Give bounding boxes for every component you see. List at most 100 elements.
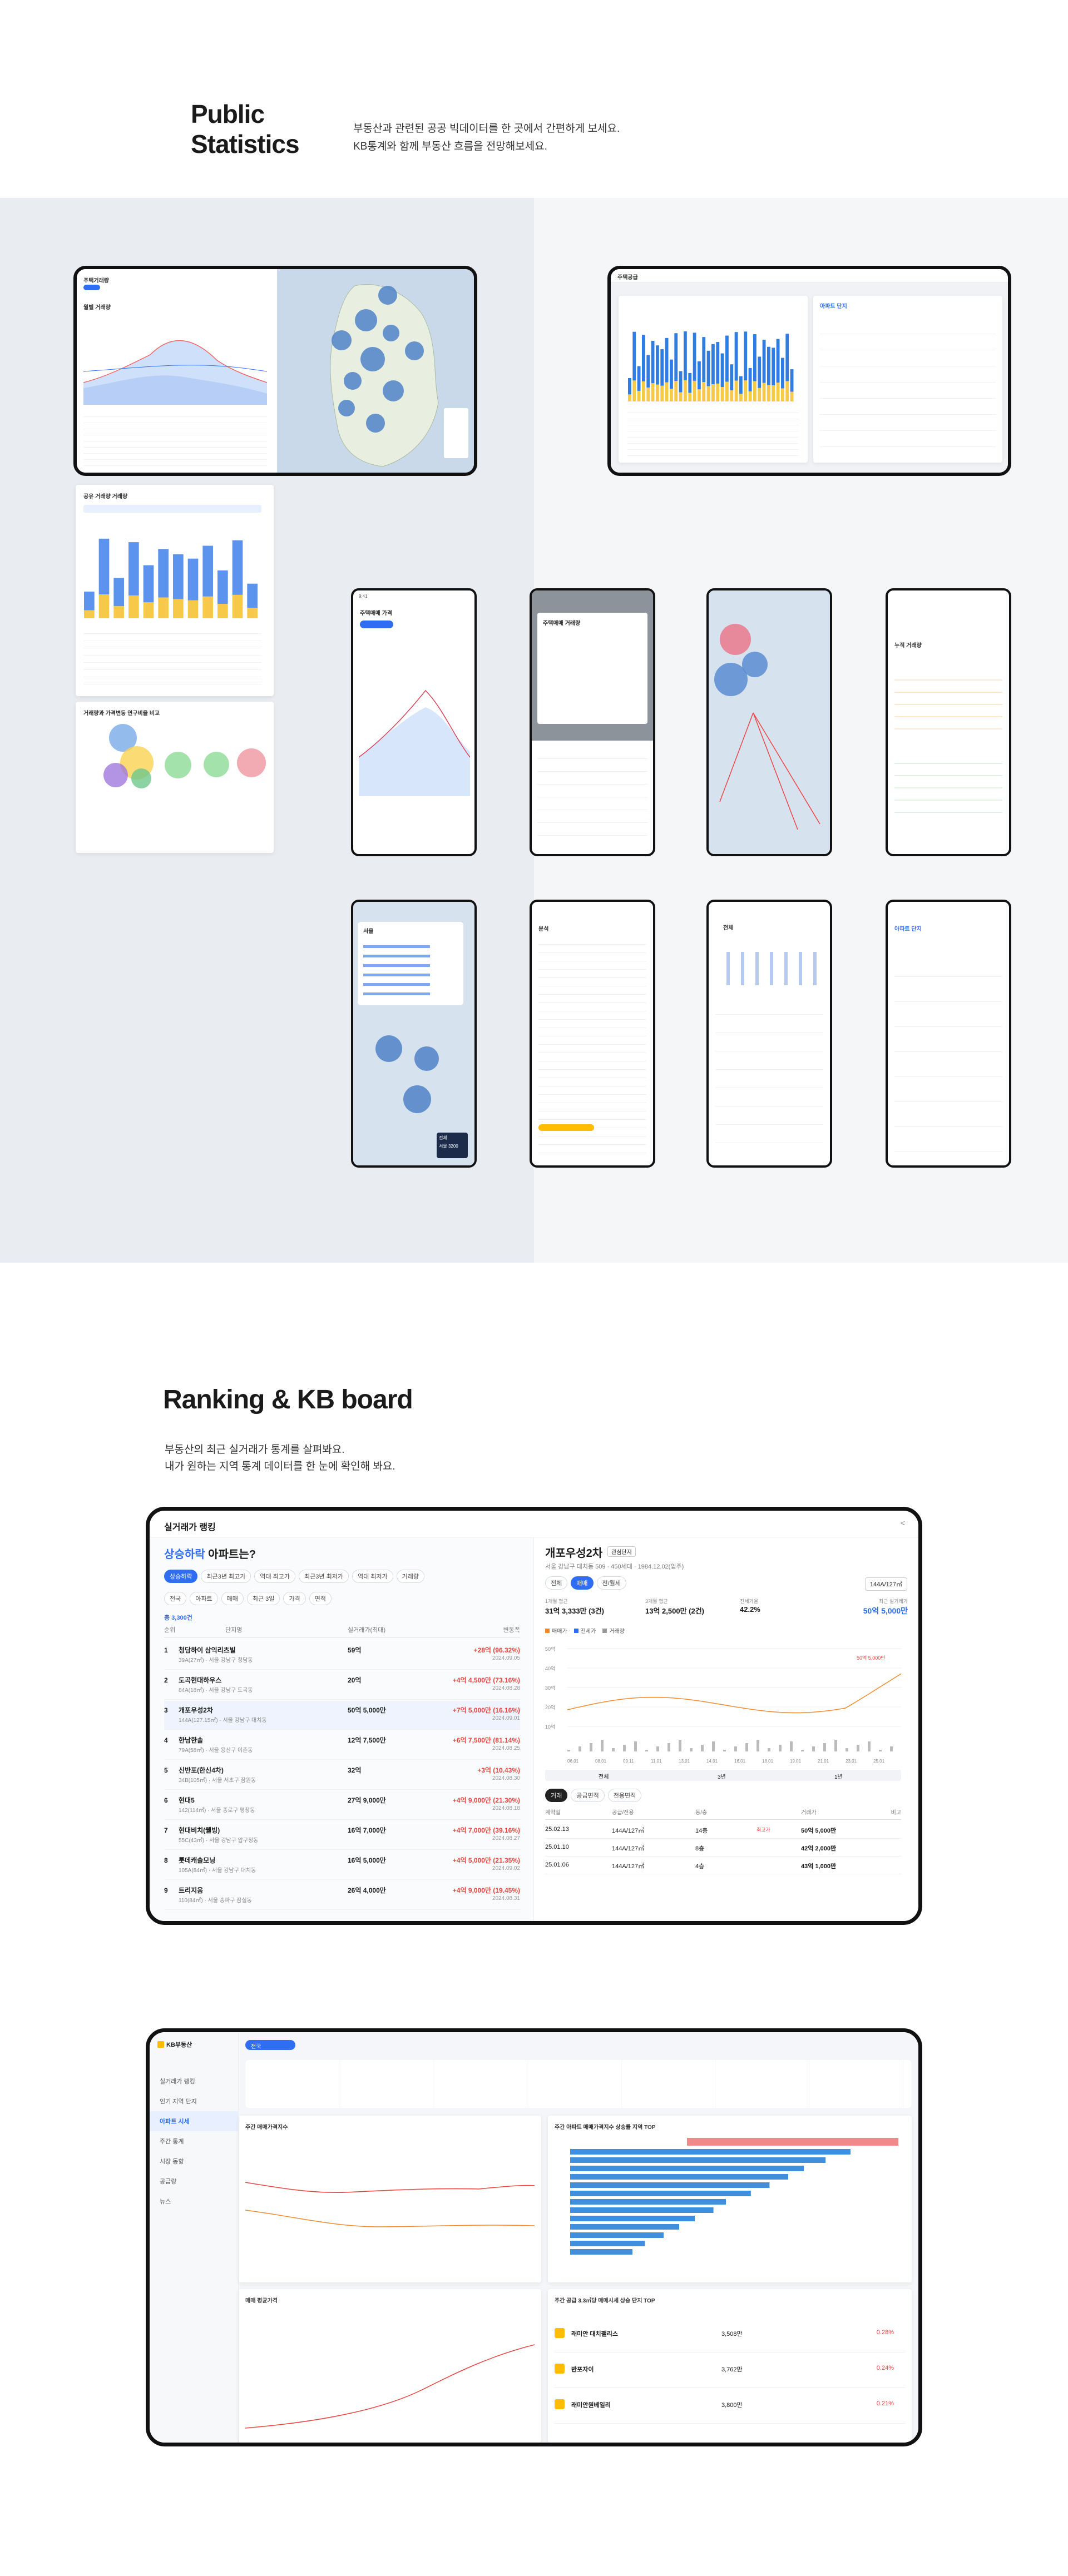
board-card-index: 주간 매매가격지수 <box>239 2116 541 2282</box>
map-bubble[interactable] <box>383 380 404 401</box>
table-tab-deal[interactable]: 거래 <box>545 1789 568 1802</box>
bar <box>642 335 645 382</box>
tab-3yr-high[interactable]: 최근3년 최고가 <box>201 1570 251 1583</box>
bar <box>730 364 734 390</box>
table-tab-exclusive[interactable]: 전용면적 <box>607 1789 642 1802</box>
ranking-row[interactable]: 6 현대5 142(114㎡) · 서울 종로구 평창동 27억 9,000만 +4억 … <box>164 1791 520 1820</box>
map-bubble[interactable] <box>332 330 352 350</box>
map-bubble[interactable] <box>403 1085 431 1113</box>
ranking-row[interactable]: 5 신반포(한신4차) 34B(105㎡) · 서울 서초구 잠원동 32억 +3억 (… <box>164 1761 520 1790</box>
sidebar-item[interactable]: 시장 동향 <box>150 2151 239 2171</box>
map-bubble[interactable] <box>383 325 399 341</box>
map-bubble[interactable] <box>720 624 751 655</box>
map-bubble[interactable] <box>405 341 424 360</box>
deal-table: 25.02.13 144A/127㎡ 14층 최고가 50억 5,000만 25.01.1… <box>545 1821 901 1888</box>
map-bubble[interactable] <box>366 414 385 433</box>
hero-description: 부동산과 관련된 공공 빅데이터를 한 곳에서 간편하게 보세요. KB통계와 … <box>353 120 620 156</box>
filter-area[interactable]: 면적 <box>309 1592 332 1605</box>
sidebar-item[interactable]: 공급량 <box>150 2171 239 2191</box>
detail-tab-rent[interactable]: 전/월세 <box>596 1576 626 1590</box>
bar <box>720 353 724 388</box>
top-complex-row[interactable]: 반포자이 3,762만 0.24% <box>555 2352 905 2388</box>
bar-segment <box>660 385 664 401</box>
tab-rise-fall[interactable]: 상승하락 <box>164 1570 198 1583</box>
tab-all-high[interactable]: 역대 최고가 <box>254 1570 296 1583</box>
korea-map[interactable] <box>277 269 474 473</box>
deal-row[interactable]: 25.02.13 144A/127㎡ 14층 최고가 50억 5,000만 <box>545 1821 901 1839</box>
map-bubble[interactable] <box>378 286 397 305</box>
bar <box>739 376 743 394</box>
interest-tag[interactable]: 관심단지 <box>607 1546 636 1557</box>
top-complex-row[interactable]: 래미안원베일리 3,800만 0.21% <box>555 2388 905 2424</box>
bar-segment <box>247 608 258 618</box>
map-bubble[interactable] <box>742 652 768 677</box>
sidebar-item[interactable]: 뉴스 <box>150 2191 239 2211</box>
filter-price[interactable]: 가격 <box>283 1592 306 1605</box>
deal-row[interactable]: 25.01.10 144A/127㎡ 8층 42억 2,000만 <box>545 1839 901 1857</box>
filter-period[interactable]: 최근 3일 <box>246 1592 280 1605</box>
ranking-row[interactable]: 1 청담하이 삼익리츠빌 39A(27㎡) · 서울 강남구 청담동 59억 +28억 … <box>164 1641 520 1670</box>
tab-3yr-low[interactable]: 최근3년 최저가 <box>299 1570 349 1583</box>
volume-bar <box>846 1748 848 1751</box>
tab-bar[interactable] <box>83 505 261 513</box>
ranking-row[interactable]: 2 도곡현대하우스 84A(18㎡) · 서울 강남구 도곡동 20억 +4억 4,50… <box>164 1671 520 1700</box>
map-bubble[interactable] <box>375 1035 402 1062</box>
bar-segment <box>730 390 734 401</box>
board-card-top-complex: 주간 공급 3.3㎡당 매매시세 상승 단지 TOP 래미안 대치팰리스 3,50… <box>548 2289 912 2443</box>
volume-bar <box>645 1750 648 1751</box>
period-1y[interactable]: 1년 <box>834 1772 843 1780</box>
ranking-row[interactable]: 4 한남한솔 79A(58㎡) · 서울 용산구 이촌동 12억 7,500만 +6억 … <box>164 1731 520 1760</box>
sidebar-item[interactable]: 아파트 시세 <box>150 2111 239 2131</box>
map-bubble[interactable] <box>355 309 377 331</box>
tab-volume[interactable]: 거래량 <box>396 1570 424 1583</box>
ranking-row[interactable]: 3 개포우성2차 144A(127.15㎡) · 서울 강남구 대치동 50억 5,0… <box>164 1701 520 1730</box>
region-pill[interactable] <box>83 285 100 290</box>
filter-deal[interactable]: 매매 <box>221 1592 244 1605</box>
row-price: 12억 7,500만 <box>348 1736 386 1744</box>
map-bubble[interactable] <box>360 347 385 371</box>
bar <box>632 331 636 381</box>
filter-region[interactable]: 전국 <box>164 1592 187 1605</box>
korea-map-shape <box>330 284 439 467</box>
map-bubble[interactable] <box>414 1046 439 1071</box>
ranking-row[interactable]: 7 현대비치(웰빙) 55C(43㎡) · 서울 강남구 압구정동 16억 7,000… <box>164 1821 520 1850</box>
period-all[interactable]: 전체 <box>599 1772 609 1780</box>
bar <box>758 356 762 388</box>
th-floor: 동/층 <box>695 1810 708 1816</box>
bar-segment <box>748 391 752 401</box>
sidebar-item[interactable]: 실거래가 랭킹 <box>150 2071 239 2091</box>
share-icon[interactable]: < <box>901 1518 905 1527</box>
ranking-row[interactable]: 8 롯데캐슬모닝 105A(84㎡) · 서울 강남구 대치동 16억 5,000만 +… <box>164 1851 520 1880</box>
map-tag-box[interactable]: 전체 서울 3200 <box>437 1133 468 1158</box>
detail-tab-all[interactable]: 전체 <box>545 1576 568 1590</box>
table-tab-supply[interactable]: 공급면적 <box>571 1789 605 1802</box>
tablet-title: 주택공급 <box>617 275 638 281</box>
bar-segment <box>725 381 729 401</box>
period-3y[interactable]: 3년 <box>718 1772 726 1780</box>
window-title: 실거래가 랭킹 <box>164 1523 216 1532</box>
tab-all-low[interactable]: 역대 최저가 <box>352 1570 393 1583</box>
complex-price: 3,800만 <box>721 2402 743 2409</box>
bar <box>98 538 110 595</box>
area-select[interactable]: 144A/127㎡ <box>864 1577 907 1591</box>
row-price: 27억 9,000만 <box>348 1796 386 1804</box>
deal-row[interactable]: 25.01.06 144A/127㎡ 4층 43억 1,000만 <box>545 1857 901 1874</box>
volume-bar <box>768 1748 770 1751</box>
bar-segment <box>143 602 154 618</box>
map-bubble[interactable] <box>338 400 355 416</box>
volume-bar <box>701 1745 704 1751</box>
sidebar-item[interactable]: 인기 지역 단지 <box>150 2091 239 2111</box>
ranking-row[interactable]: 9 트리지움 110(84㎡) · 서울 송파구 잠실동 26억 4,000만 +4억 … <box>164 1881 520 1910</box>
map-bubble[interactable] <box>344 372 362 390</box>
filter-type[interactable]: 아파트 <box>190 1592 218 1605</box>
bar-segment <box>758 388 762 401</box>
detail-tab-sale[interactable]: 매매 <box>571 1576 594 1590</box>
bar-segment <box>637 390 641 401</box>
sidebar-item[interactable]: 주간 통계 <box>150 2131 239 2151</box>
row-rank: 7 <box>164 1826 168 1834</box>
region-select[interactable]: 전국 <box>245 2040 295 2050</box>
region-pill[interactable] <box>360 621 393 628</box>
hero-desc-line1: 부동산과 관련된 공공 빅데이터를 한 곳에서 간편하게 보세요. <box>353 123 620 135</box>
top-complex-row[interactable]: 래미안 대치팰리스 3,508만 0.28% <box>555 2317 905 2352</box>
complex-rate: 0.28% <box>876 2329 894 2336</box>
